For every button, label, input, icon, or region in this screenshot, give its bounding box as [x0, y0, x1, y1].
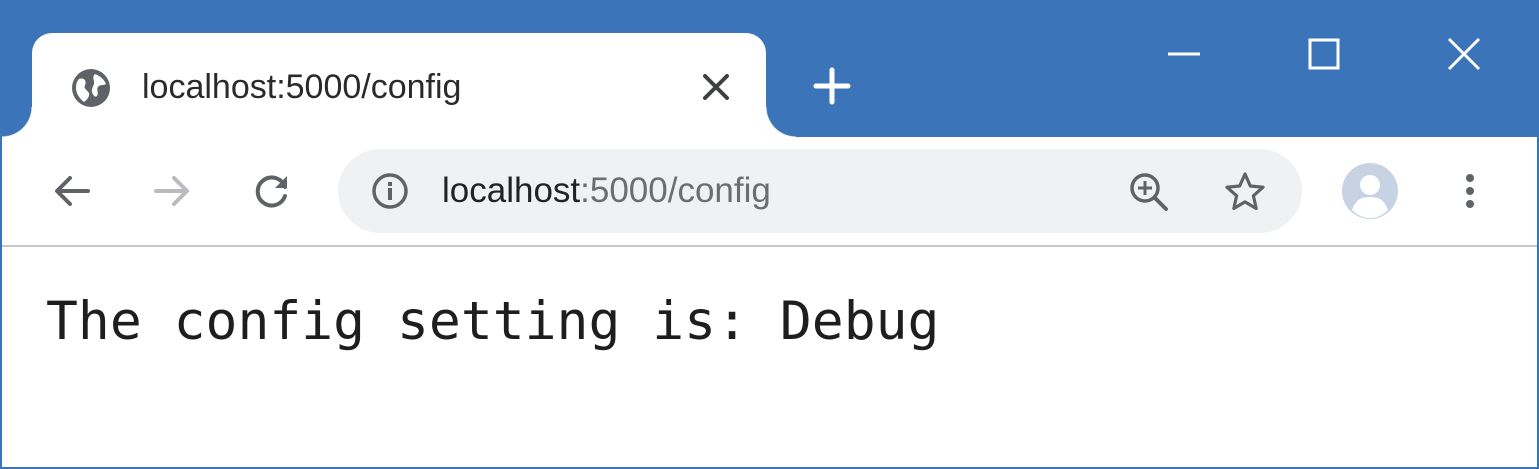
- url-path: :5000/config: [580, 171, 771, 210]
- profile-avatar-icon[interactable]: [1340, 161, 1400, 221]
- title-bar: localhost:5000/config: [2, 0, 1537, 137]
- info-icon[interactable]: [370, 171, 410, 211]
- browser-window: localhost:5000/config localhost:5000/con…: [0, 0, 1539, 469]
- globe-icon: [70, 67, 112, 109]
- config-setting-text: The config setting is: Debug: [46, 291, 940, 352]
- minimize-icon[interactable]: [1160, 30, 1208, 78]
- close-icon[interactable]: [696, 67, 736, 107]
- url-text[interactable]: localhost:5000/config: [442, 166, 771, 216]
- active-tab[interactable]: localhost:5000/config: [2, 33, 796, 137]
- back-arrow-icon[interactable]: [48, 167, 96, 215]
- zoom-in-icon[interactable]: [1126, 169, 1172, 215]
- browser-toolbar: localhost:5000/config: [2, 137, 1537, 247]
- reload-icon[interactable]: [248, 167, 296, 215]
- address-bar[interactable]: localhost:5000/config: [338, 149, 1302, 233]
- maximize-icon[interactable]: [1300, 30, 1348, 78]
- kebab-menu-icon[interactable]: [1446, 167, 1494, 215]
- star-icon[interactable]: [1222, 169, 1268, 215]
- plus-icon[interactable]: [808, 62, 856, 110]
- forward-arrow-icon[interactable]: [148, 167, 196, 215]
- url-host: localhost: [442, 171, 581, 210]
- window-close-icon[interactable]: [1440, 30, 1488, 78]
- page-content: The config setting is: Debug: [2, 247, 1537, 467]
- tab-title: localhost:5000/config: [142, 68, 462, 106]
